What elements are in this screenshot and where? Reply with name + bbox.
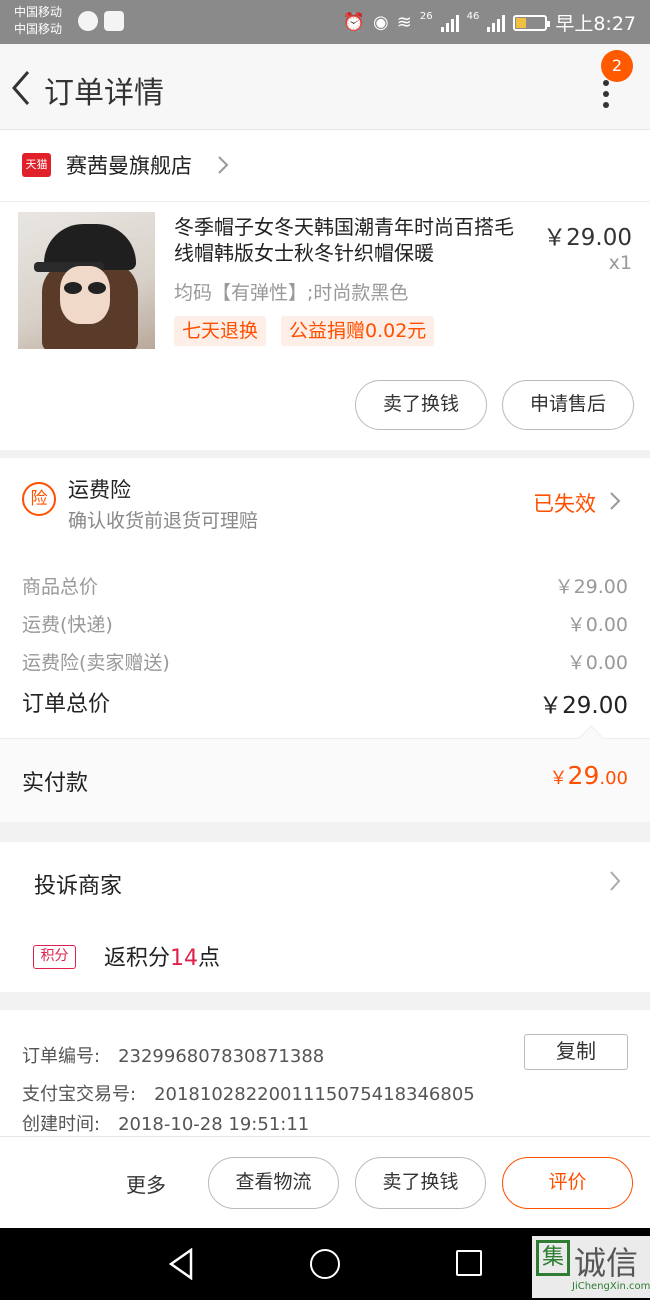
copy-button[interactable]: 复制 xyxy=(524,1034,628,1070)
notification-badge: 2 xyxy=(601,50,633,82)
order-number-label: 订单编号: xyxy=(22,1046,101,1067)
points-prefix: 返积分 xyxy=(104,946,171,971)
watermark-text: 诚信 xyxy=(574,1244,639,1282)
signal-icon-2 xyxy=(487,14,506,32)
price-summary: 商品总价 ￥29.00 运费(快递) ￥0.00 运费险(卖家赠送) ￥0.00… xyxy=(0,540,650,738)
paid-amount-row: 实付款 ￥29.00 xyxy=(0,738,650,822)
order-number-row: 订单编号: 232996807830871388 xyxy=(22,1042,324,1068)
summary-label: 运费(快递) xyxy=(22,614,113,636)
product-item: 冬季帽子女冬天韩国潮青年时尚百搭毛线帽韩版女士秋冬针织帽保暖 ￥29.00 x1… xyxy=(0,202,650,450)
review-button[interactable]: 评价 xyxy=(502,1157,633,1209)
summary-row: 商品总价 ￥29.00 xyxy=(22,572,628,599)
view-logistics-button[interactable]: 查看物流 xyxy=(208,1157,339,1209)
paid-amount-int: 29 xyxy=(567,761,600,790)
signal-icon xyxy=(440,14,459,32)
order-total-value: ￥29.00 xyxy=(539,693,628,719)
shop-row[interactable]: 天猫 赛茜曼旗舰店 xyxy=(0,130,650,202)
eye-icon: ◉ xyxy=(373,12,389,33)
watermark-subtext: JiChengXin.com xyxy=(572,1281,650,1292)
bottom-action-bar: 更多 查看物流 卖了换钱 评价 xyxy=(0,1136,650,1228)
nav-recent-apps-icon[interactable] xyxy=(456,1250,482,1276)
chevron-right-icon[interactable] xyxy=(609,870,621,892)
created-time: 2018-10-28 19:51:11 xyxy=(118,1114,310,1135)
summary-value: ￥29.00 xyxy=(554,576,628,598)
network-type-2: 46 xyxy=(466,11,480,22)
product-image[interactable] xyxy=(18,212,155,349)
summary-row: 运费(快递) ￥0.00 xyxy=(22,610,628,637)
order-total-row: 订单总价 ￥29.00 xyxy=(22,686,628,719)
carrier-1: 中国移动 xyxy=(14,5,63,19)
complain-merchant-link[interactable]: 投诉商家 xyxy=(34,868,122,900)
chevron-right-icon xyxy=(218,156,229,174)
carrier-2: 中国移动 xyxy=(14,22,63,36)
sell-button[interactable]: 卖了换钱 xyxy=(355,1157,486,1209)
points-count: 14 xyxy=(170,946,199,971)
order-info: 订单编号: 232996807830871388 复制 支付宝交易号: 201810… xyxy=(0,1010,650,1136)
alipay-number: 2018102822001115075418346805 xyxy=(154,1084,475,1105)
insurance-status: 已失效 xyxy=(533,492,596,516)
more-button[interactable]: 更多 xyxy=(126,1169,166,1198)
shipping-insurance-row[interactable]: 险 运费险 确认收货前退货可理赔 已失效 xyxy=(0,458,650,540)
alarm-icon: ⏰ xyxy=(342,12,366,33)
product-price: ￥29.00 xyxy=(543,225,632,251)
notification-icons xyxy=(78,11,124,31)
status-right: ⏰ ◉ ≋ 26 46 早上8:27 xyxy=(343,9,636,36)
order-total-label: 订单总价 xyxy=(22,692,111,717)
shop-name[interactable]: 赛茜曼旗舰店 xyxy=(66,150,192,180)
alipay-number-label: 支付宝交易号: xyxy=(22,1084,137,1105)
tag-seven-day-return: 七天退换 xyxy=(174,316,267,346)
map-notification-icon xyxy=(104,11,124,31)
product-quantity: x1 xyxy=(608,252,632,274)
summary-row: 运费险(卖家赠送) ￥0.00 xyxy=(22,648,628,675)
points-icon: 积分 xyxy=(33,945,76,969)
after-sale-button[interactable]: 申请售后 xyxy=(502,380,634,430)
chevron-right-icon xyxy=(610,492,621,510)
created-time-label: 创建时间: xyxy=(22,1114,101,1135)
tmall-logo-icon: 天猫 xyxy=(22,153,51,177)
summary-value: ￥0.00 xyxy=(566,614,628,636)
watermark-logo: 集 诚信 JiChengXin.com xyxy=(532,1236,650,1298)
summary-label: 运费险(卖家赠送) xyxy=(22,652,170,674)
watermark-logo-icon: 集 xyxy=(536,1240,570,1276)
paid-amount: ￥29.00 xyxy=(550,761,628,790)
insurance-description: 确认收货前退货可理赔 xyxy=(68,510,259,532)
paid-label: 实付款 xyxy=(22,771,89,796)
carrier-info: 中国移动 中国移动 xyxy=(14,4,62,38)
paid-amount-dec: .00 xyxy=(599,768,628,789)
points-reward: 返积分14点 xyxy=(104,940,220,972)
page-title: 订单详情 xyxy=(44,76,164,111)
insurance-title: 运费险 xyxy=(68,478,131,502)
product-title[interactable]: 冬季帽子女冬天韩国潮青年时尚百搭毛线帽韩版女士秋冬针织帽保暖 xyxy=(174,214,526,266)
network-type-1: 26 xyxy=(419,11,433,22)
complaint-section: 投诉商家 积分 返积分14点 xyxy=(0,842,650,992)
alipay-number-row: 支付宝交易号: 2018102822001115075418346805 xyxy=(22,1080,475,1106)
status-bar: 中国移动 中国移动 ⏰ ◉ ≋ 26 46 早上8:27 xyxy=(0,0,650,44)
clock: 早上8:27 xyxy=(555,13,636,35)
order-number: 232996807830871388 xyxy=(118,1046,325,1067)
tag-charity-donation: 公益捐赠0.02元 xyxy=(281,316,435,346)
app-header: 订单详情 2 xyxy=(0,44,650,130)
summary-value: ￥0.00 xyxy=(566,652,628,674)
back-arrow-icon[interactable] xyxy=(10,68,34,108)
system-nav-bar: 集 诚信 JiChengXin.com xyxy=(0,1228,650,1300)
nav-home-icon[interactable] xyxy=(310,1249,340,1279)
battery-icon xyxy=(513,14,551,31)
created-time-row: 创建时间: 2018-10-28 19:51:11 xyxy=(22,1110,309,1136)
summary-label: 商品总价 xyxy=(22,576,99,598)
app-notification-icon xyxy=(78,11,98,31)
product-sku: 均码【有弹性】;时尚款黑色 xyxy=(174,282,409,304)
paid-currency: ￥ xyxy=(549,768,568,789)
sell-button[interactable]: 卖了换钱 xyxy=(355,380,487,430)
wifi-icon: ≋ xyxy=(396,12,412,33)
points-suffix: 点 xyxy=(198,946,221,971)
insurance-icon: 险 xyxy=(22,482,56,516)
nav-back-icon[interactable] xyxy=(168,1248,194,1280)
